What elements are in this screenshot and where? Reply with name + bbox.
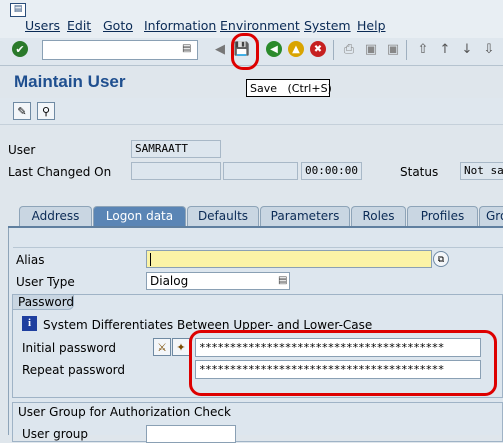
info-icon: i xyxy=(22,316,37,331)
tab-address[interactable]: Address xyxy=(19,206,92,226)
command-field-help-icon[interactable]: ▤ xyxy=(182,43,191,54)
last-changed-user-field xyxy=(223,162,298,180)
application-toolbar xyxy=(0,98,503,125)
find-next-icon[interactable]: ▣ xyxy=(384,40,402,58)
tab-roles[interactable]: Roles xyxy=(351,206,406,226)
repeat-password-label: Repeat password xyxy=(22,363,126,377)
menu-information[interactable]: Information xyxy=(144,18,216,33)
change-display-icon[interactable]: ✎ xyxy=(13,102,31,120)
last-changed-date-field xyxy=(131,162,221,180)
toolbar-separator xyxy=(406,40,407,60)
page-title: Maintain User xyxy=(14,72,126,91)
auth-group-title: User Group for Authorization Check xyxy=(18,405,231,419)
alias-label: Alias xyxy=(16,253,45,267)
save-highlight-circle xyxy=(231,33,259,70)
tab-groups[interactable]: Gro xyxy=(479,206,503,226)
menu-edit[interactable]: Edit xyxy=(67,18,91,33)
user-label: User xyxy=(8,143,36,157)
find-icon[interactable]: ▣ xyxy=(362,40,380,58)
user-type-label: User Type xyxy=(16,275,75,289)
last-changed-time-field: 00:00:00 xyxy=(301,162,362,180)
user-type-select[interactable]: Dialog xyxy=(146,272,290,290)
tab-profiles[interactable]: Profiles xyxy=(407,206,478,226)
menu-users[interactable]: Users xyxy=(25,18,60,33)
alias-input[interactable] xyxy=(146,250,432,268)
tab-logon-data[interactable]: Logon data xyxy=(93,206,186,226)
dropdown-icon[interactable]: ▤ xyxy=(278,275,287,286)
user-field: SAMRAATT xyxy=(131,140,221,158)
generate-password-icon[interactable]: ⚔ xyxy=(153,338,171,356)
command-field[interactable] xyxy=(42,40,198,60)
menu-system[interactable]: System xyxy=(304,18,351,33)
previous-page-icon[interactable]: ↑ xyxy=(436,40,454,58)
left-arrow-icon[interactable]: ◀ xyxy=(211,40,229,58)
cancel-icon[interactable]: ✖ xyxy=(310,41,326,57)
user-group-input[interactable] xyxy=(146,425,236,443)
other-user-icon[interactable]: ⚲ xyxy=(37,102,55,120)
exit-icon[interactable]: ▲ xyxy=(288,41,304,57)
status-field: Not sa xyxy=(460,162,503,180)
system-menu-icon[interactable]: ▤ xyxy=(10,3,26,17)
next-page-icon[interactable]: ↓ xyxy=(458,40,476,58)
case-info-text: System Differentiates Between Upper- and… xyxy=(43,318,373,330)
last-changed-label: Last Changed On xyxy=(8,165,112,179)
divider xyxy=(13,247,503,248)
tab-defaults[interactable]: Defaults xyxy=(187,206,259,226)
wizard-icon[interactable]: ✦ xyxy=(172,338,190,356)
menu-environment[interactable]: Environment xyxy=(220,18,300,33)
save-tooltip: Save (Ctrl+S) xyxy=(246,79,332,97)
print-icon[interactable]: ⎙ xyxy=(340,40,358,58)
enter-icon[interactable]: ✔ xyxy=(12,41,28,57)
password-highlight-circle xyxy=(189,330,497,396)
user-group-label: User group xyxy=(22,427,89,441)
menu-goto[interactable]: Goto xyxy=(103,18,133,33)
tab-parameters[interactable]: Parameters xyxy=(260,206,350,226)
toolbar-separator xyxy=(333,40,334,60)
initial-password-label: Initial password xyxy=(22,341,116,355)
status-label: Status xyxy=(400,165,439,179)
last-page-icon[interactable]: ⇩ xyxy=(480,40,498,58)
menu-help[interactable]: Help xyxy=(357,18,386,33)
first-page-icon[interactable]: ⇧ xyxy=(414,40,432,58)
back-icon[interactable]: ◀ xyxy=(266,41,282,57)
alias-expand-icon[interactable]: ⧉ xyxy=(433,251,449,267)
password-group-title: Password xyxy=(18,295,75,309)
